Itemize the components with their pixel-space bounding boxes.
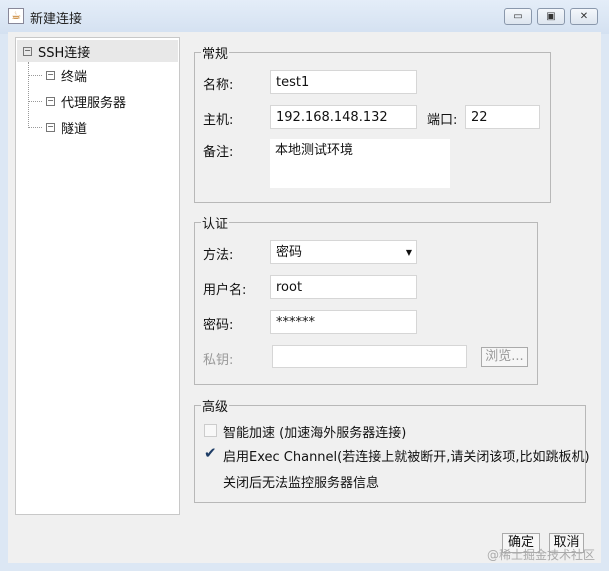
- note-textarea[interactable]: 本地测试环境: [270, 139, 450, 188]
- username-label: 用户名:: [203, 283, 247, 298]
- name-input[interactable]: test1: [270, 70, 417, 94]
- window-title: 新建连接: [30, 12, 83, 27]
- note-label: 备注:: [203, 145, 234, 160]
- tree-label: SSH连接: [38, 45, 91, 61]
- maximize-button[interactable]: ▣: [537, 8, 565, 25]
- tree-label: 代理服务器: [61, 96, 127, 111]
- username-input[interactable]: root: [270, 275, 417, 299]
- host-input[interactable]: 192.168.148.132: [270, 105, 417, 129]
- watermark: @稀土掘金技术社区: [486, 548, 595, 562]
- tree-node-terminal[interactable]: − 终端: [46, 66, 87, 85]
- private-key-input[interactable]: [272, 345, 467, 368]
- dropdown-arrow-icon: ▼: [405, 248, 412, 257]
- minimize-button[interactable]: ▭: [504, 8, 532, 25]
- tree-label: 终端: [61, 70, 88, 85]
- collapse-icon: −: [46, 70, 55, 80]
- tree-node-proxy[interactable]: − 代理服务器: [46, 92, 126, 111]
- exec-channel-label: 启用Exec Channel(若连接上就被断开,请关闭该项,比如跳板机): [223, 450, 590, 465]
- exec-channel-checkbox[interactable]: ✔: [204, 446, 217, 461]
- method-select[interactable]: 密码 ▼: [270, 240, 417, 264]
- tree-label: 隧道: [61, 122, 88, 137]
- browse-button[interactable]: 浏览...: [481, 347, 528, 367]
- password-input[interactable]: ******: [270, 310, 417, 334]
- group-title: 认证: [202, 217, 229, 232]
- collapse-icon: −: [46, 96, 55, 106]
- port-label: 端口:: [427, 113, 458, 128]
- method-label: 方法:: [203, 248, 234, 263]
- collapse-icon: −: [46, 122, 55, 132]
- collapse-icon: −: [23, 45, 32, 56]
- port-input[interactable]: 22: [465, 105, 540, 129]
- exec-channel-note: 关闭后无法监控服务器信息: [223, 476, 380, 491]
- java-icon: ☕: [8, 8, 24, 24]
- group-title: 常规: [202, 47, 229, 62]
- settings-tree: − SSH连接 − 终端 − 代理服务器 − 隧道: [15, 37, 180, 515]
- method-value: 密码: [276, 245, 303, 260]
- close-button[interactable]: ✕: [570, 8, 598, 25]
- smart-accel-label: 智能加速 (加速海外服务器连接): [223, 426, 407, 441]
- name-label: 名称:: [203, 78, 234, 93]
- group-title: 高级: [202, 400, 229, 415]
- smart-accel-checkbox[interactable]: [204, 424, 217, 437]
- password-label: 密码:: [203, 318, 234, 333]
- private-key-label: 私钥:: [203, 353, 234, 368]
- tree-node-ssh[interactable]: − SSH连接: [17, 40, 178, 62]
- host-label: 主机:: [203, 113, 234, 128]
- tree-node-tunnel[interactable]: − 隧道: [46, 118, 87, 137]
